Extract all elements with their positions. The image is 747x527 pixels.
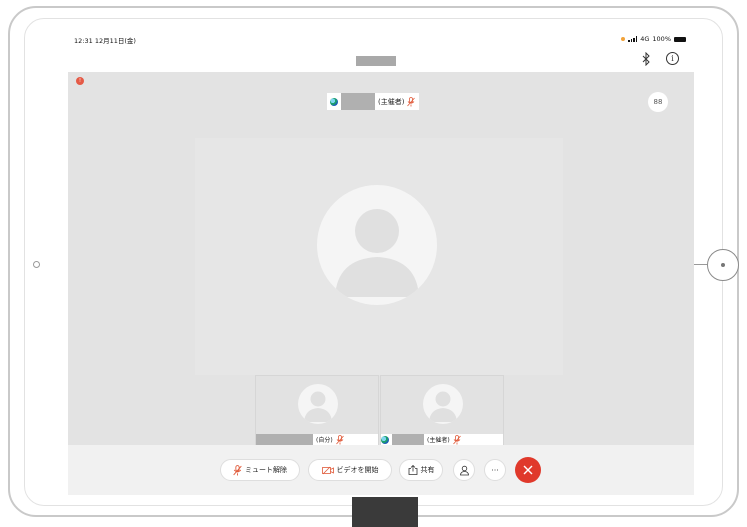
participant-role: (主催者) xyxy=(427,437,450,444)
front-camera xyxy=(33,261,40,268)
meeting-title xyxy=(356,56,396,66)
bluetooth-icon[interactable] xyxy=(641,52,651,66)
active-speaker-label: (主催者) xyxy=(327,93,420,110)
layout-toggle-button[interactable]: 88 xyxy=(648,92,668,112)
redacted-area xyxy=(352,497,418,527)
start-video-button[interactable]: ビデオを開始 xyxy=(308,459,392,481)
mic-muted-icon xyxy=(233,464,242,475)
avatar xyxy=(298,384,338,424)
app-screen: 12:31 12月11日(金) 4G 100% i ! (主催者) 88 (自分… xyxy=(68,32,694,495)
close-icon xyxy=(523,465,533,475)
battery-icon xyxy=(674,36,686,42)
participant-label: (主催者) xyxy=(381,434,503,445)
meeting-header: i xyxy=(68,46,694,72)
mic-muted-icon xyxy=(407,96,416,106)
participant-role: (自分) xyxy=(316,437,333,444)
webex-icon xyxy=(381,435,389,444)
participant-tile-self[interactable]: (自分) xyxy=(255,375,379,446)
notification-badge[interactable]: ! xyxy=(76,77,84,85)
person-silhouette-icon xyxy=(335,209,419,297)
participant-name xyxy=(256,434,313,445)
start-video-label: ビデオを開始 xyxy=(336,466,379,474)
unmute-button[interactable]: ミュート解除 xyxy=(220,459,300,481)
mic-muted-icon xyxy=(452,434,461,444)
participants-button[interactable] xyxy=(453,459,475,481)
share-icon xyxy=(408,465,417,475)
share-button[interactable]: 共有 xyxy=(399,459,443,481)
meeting-controls: ミュート解除 ビデオを開始 共有 ··· xyxy=(68,445,694,495)
person-silhouette-icon xyxy=(429,391,457,422)
home-button[interactable] xyxy=(693,249,739,281)
avatar xyxy=(423,384,463,424)
status-date: 12月11日(金) xyxy=(94,37,136,45)
status-time: 12:31 xyxy=(74,37,93,45)
avatar xyxy=(317,185,437,305)
speaker-role: (主催者) xyxy=(378,97,405,106)
speaker-name xyxy=(341,93,375,110)
network-type: 4G xyxy=(640,35,650,43)
status-indicators: 4G 100% xyxy=(621,35,686,43)
more-icon: ··· xyxy=(491,465,499,475)
person-silhouette-icon xyxy=(304,391,332,422)
main-video-tile xyxy=(195,138,563,375)
signal-icon xyxy=(628,36,638,42)
end-call-button[interactable] xyxy=(515,457,541,483)
participants-icon xyxy=(459,465,469,475)
info-icon[interactable]: i xyxy=(666,52,679,65)
recording-indicator-icon xyxy=(621,37,626,41)
more-options-button[interactable]: ··· xyxy=(484,459,506,481)
unmute-label: ミュート解除 xyxy=(245,466,287,474)
status-time-date: 12:31 12月11日(金) xyxy=(74,35,136,45)
status-bar: 12:31 12月11日(金) 4G 100% xyxy=(68,32,694,46)
share-label: 共有 xyxy=(420,466,435,474)
participant-tile-host[interactable]: (主催者) xyxy=(380,375,504,446)
webex-icon xyxy=(330,97,338,106)
battery-percent: 100% xyxy=(652,35,671,43)
participant-name xyxy=(392,434,424,445)
video-off-icon xyxy=(321,466,334,474)
participant-label: (自分) xyxy=(256,434,378,445)
mic-muted-icon xyxy=(335,434,344,444)
video-area: ! (主催者) 88 (自分) (主催者) xyxy=(68,72,694,446)
